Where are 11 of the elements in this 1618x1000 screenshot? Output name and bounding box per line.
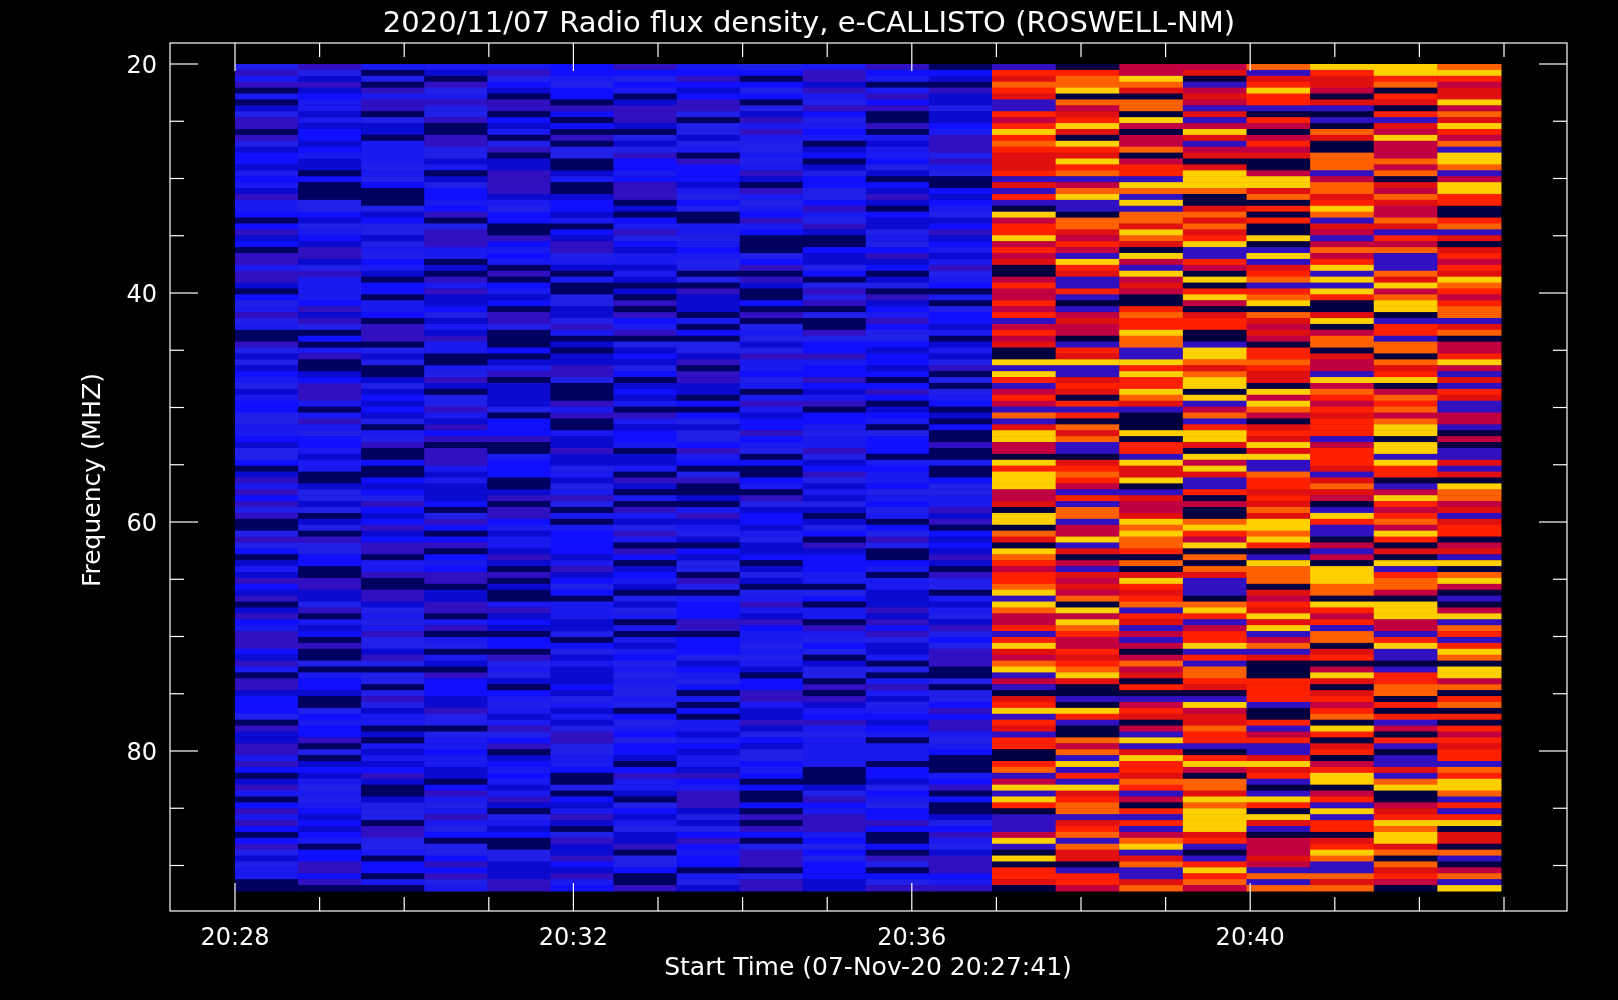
x-tick-label: 20:36 (877, 923, 947, 951)
y-axis-label: Frequency (MHZ) (77, 372, 106, 588)
x-tick-label: 20:40 (1215, 923, 1285, 951)
x-axis-label: Start Time (07-Nov-20 20:27:41) (664, 952, 1072, 981)
x-tick-label: 20:32 (538, 923, 608, 951)
y-tick-label: 40 (126, 280, 157, 308)
y-tick-label: 20 (126, 51, 157, 79)
x-tick-label: 20:28 (200, 923, 270, 951)
chart-title: 2020/11/07 Radio flux density, e-CALLISTO (ROSWELL-NM) (382, 5, 1236, 39)
y-tick-label: 60 (126, 509, 157, 537)
y-tick-label: 80 (126, 738, 157, 766)
